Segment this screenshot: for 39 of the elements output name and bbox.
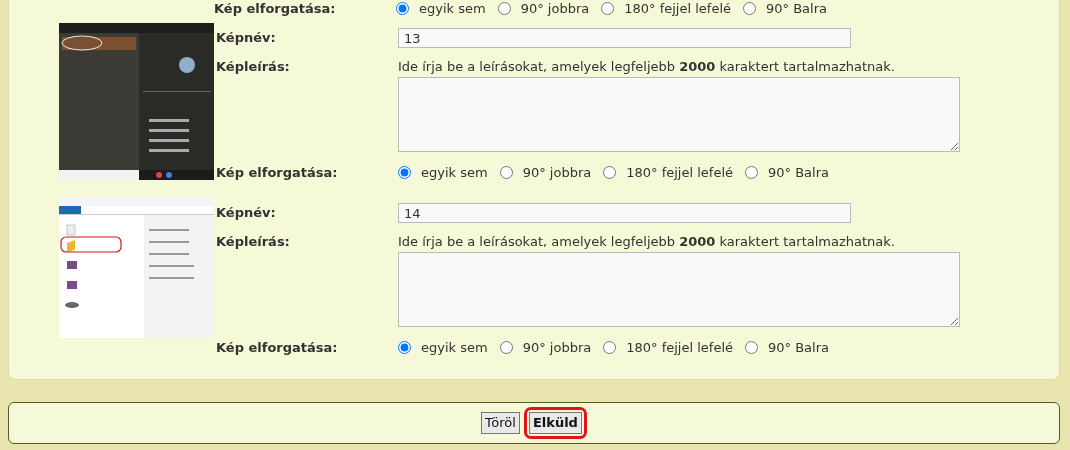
radio-label: 180° fejjel lefelé — [624, 0, 731, 18]
radio-button[interactable] — [743, 2, 756, 15]
radio-label: 90° Balra — [768, 338, 829, 357]
radio-button[interactable] — [745, 341, 758, 354]
radio-label: egyik sem — [421, 163, 488, 182]
radio-label: 90° Balra — [768, 163, 829, 182]
radio-label: 90° Balra — [766, 0, 827, 18]
radio-button[interactable] — [398, 341, 411, 354]
radio-label: 180° fejjel lefelé — [626, 338, 733, 357]
field-label: Képnév: — [216, 29, 277, 47]
radio-button[interactable] — [396, 2, 409, 15]
field-label: Kép elforgatása: — [214, 0, 337, 18]
submit-button[interactable]: Elküld — [528, 412, 582, 434]
description-hint: Ide írja be a leírásokat, amelyek legfeljebb 2000 karaktert tartalmazhatnak. — [398, 57, 895, 76]
radio-label: egyik sem — [419, 0, 486, 18]
radio-button[interactable] — [499, 341, 513, 354]
field-label: Képnév: — [216, 204, 277, 222]
radio-button[interactable] — [497, 2, 511, 15]
radio-button[interactable] — [603, 166, 617, 179]
radio-label: 90° jobbra — [520, 0, 590, 18]
radio-label: 180° fejjel lefelé — [626, 163, 733, 182]
field-label: Képleírás: — [216, 57, 291, 76]
field-label: Kép elforgatása: — [216, 163, 339, 182]
description-input[interactable] — [398, 77, 960, 152]
radio-button[interactable] — [499, 166, 513, 179]
name-input[interactable]: 13 — [398, 28, 851, 48]
radio-button[interactable] — [745, 166, 758, 179]
radio-label: egyik sem — [421, 338, 488, 357]
radio-button[interactable] — [398, 166, 411, 179]
description-hint: Ide írja be a leírásokat, amelyek legfeljebb 2000 karaktert tartalmazhatnak. — [398, 232, 895, 251]
field-label: Kép elforgatása: — [216, 338, 339, 357]
radio-button[interactable] — [603, 341, 617, 354]
name-input[interactable]: 14 — [398, 203, 851, 223]
radio-label: 90° jobbra — [522, 338, 592, 357]
reset-button[interactable]: Töröl — [481, 412, 520, 434]
field-label: Képleírás: — [216, 232, 291, 251]
radio-label: 90° jobbra — [522, 163, 592, 182]
description-input[interactable] — [398, 252, 960, 327]
radio-button[interactable] — [601, 2, 615, 15]
